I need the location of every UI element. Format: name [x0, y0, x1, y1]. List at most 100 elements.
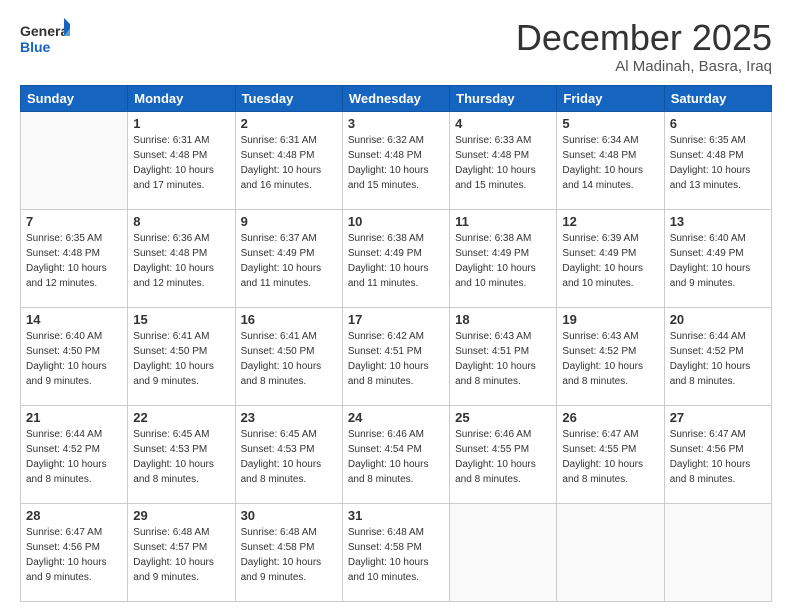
day-info: Sunrise: 6:45 AM Sunset: 4:53 PM Dayligh… — [241, 427, 337, 487]
title-block: December 2025 Al Madinah, Basra, Iraq — [516, 18, 772, 75]
day-info: Sunrise: 6:48 AM Sunset: 4:58 PM Dayligh… — [348, 525, 444, 585]
day-cell — [21, 111, 128, 209]
day-cell: 28Sunrise: 6:47 AM Sunset: 4:56 PM Dayli… — [21, 503, 128, 601]
day-number: 19 — [562, 312, 658, 327]
day-info: Sunrise: 6:38 AM Sunset: 4:49 PM Dayligh… — [455, 231, 551, 291]
day-cell: 13 Sunrise: 6:40 AM Sunset: 4:49 PM Dayli… — [664, 209, 771, 307]
day-number: 11 — [455, 214, 551, 229]
day-cell: 10 Sunrise: 6:38 AM Sunset: 4:49 PM Dayli… — [342, 209, 449, 307]
day-cell: 11 Sunrise: 6:38 AM Sunset: 4:49 PM Dayli… — [450, 209, 557, 307]
day-number: 13 — [670, 214, 766, 229]
day-number: 7 — [26, 214, 122, 229]
day-cell: 3 Sunrise: 6:32 AM Sunset: 4:48 PM Daylig… — [342, 111, 449, 209]
day-cell: 20Sunrise: 6:44 AM Sunset: 4:52 PM Dayli… — [664, 307, 771, 405]
month-title: December 2025 — [516, 18, 772, 58]
day-number: 16 — [241, 312, 337, 327]
day-number: 18 — [455, 312, 551, 327]
day-info: Sunrise: 6:33 AM Sunset: 4:48 PM Dayligh… — [455, 133, 551, 193]
week-row-1: 1 Sunrise: 6:31 AM Sunset: 4:48 PM Daylig… — [21, 111, 772, 209]
day-cell: 1 Sunrise: 6:31 AM Sunset: 4:48 PM Daylig… — [128, 111, 235, 209]
day-number: 17 — [348, 312, 444, 327]
col-header-saturday: Saturday — [664, 85, 771, 111]
day-info: Sunrise: 6:35 AM Sunset: 4:48 PM Dayligh… — [26, 231, 122, 291]
day-number: 29 — [133, 508, 229, 523]
day-cell: 9 Sunrise: 6:37 AM Sunset: 4:49 PM Daylig… — [235, 209, 342, 307]
day-number: 4 — [455, 116, 551, 131]
day-number: 21 — [26, 410, 122, 425]
day-cell: 4 Sunrise: 6:33 AM Sunset: 4:48 PM Daylig… — [450, 111, 557, 209]
day-cell: 29 Sunrise: 6:48 AM Sunset: 4:57 PM Dayli… — [128, 503, 235, 601]
header: General Blue December 2025 Al Madinah, B… — [20, 18, 772, 75]
day-number: 9 — [241, 214, 337, 229]
day-cell: 23Sunrise: 6:45 AM Sunset: 4:53 PM Dayli… — [235, 405, 342, 503]
day-cell: 12 Sunrise: 6:39 AM Sunset: 4:49 PM Dayli… — [557, 209, 664, 307]
day-cell: 26Sunrise: 6:47 AM Sunset: 4:55 PM Dayli… — [557, 405, 664, 503]
day-number: 5 — [562, 116, 658, 131]
day-cell — [664, 503, 771, 601]
day-info: Sunrise: 6:48 AM Sunset: 4:58 PM Dayligh… — [241, 525, 337, 585]
calendar-table: SundayMondayTuesdayWednesdayThursdayFrid… — [20, 85, 772, 602]
logo-svg: General Blue — [20, 18, 70, 60]
svg-text:Blue: Blue — [20, 39, 51, 55]
day-cell: 7 Sunrise: 6:35 AM Sunset: 4:48 PM Daylig… — [21, 209, 128, 307]
svg-text:General: General — [20, 23, 70, 39]
day-number: 12 — [562, 214, 658, 229]
week-row-2: 7 Sunrise: 6:35 AM Sunset: 4:48 PM Daylig… — [21, 209, 772, 307]
day-cell: 21 Sunrise: 6:44 AM Sunset: 4:52 PM Dayli… — [21, 405, 128, 503]
day-info: Sunrise: 6:42 AM Sunset: 4:51 PM Dayligh… — [348, 329, 444, 389]
day-info: Sunrise: 6:41 AM Sunset: 4:50 PM Dayligh… — [133, 329, 229, 389]
day-info: Sunrise: 6:39 AM Sunset: 4:49 PM Dayligh… — [562, 231, 658, 291]
day-info: Sunrise: 6:41 AM Sunset: 4:50 PM Dayligh… — [241, 329, 337, 389]
day-info: Sunrise: 6:38 AM Sunset: 4:49 PM Dayligh… — [348, 231, 444, 291]
day-number: 6 — [670, 116, 766, 131]
day-number: 27 — [670, 410, 766, 425]
day-info: Sunrise: 6:32 AM Sunset: 4:48 PM Dayligh… — [348, 133, 444, 193]
col-header-friday: Friday — [557, 85, 664, 111]
day-cell: 22 Sunrise: 6:45 AM Sunset: 4:53 PM Dayli… — [128, 405, 235, 503]
col-header-thursday: Thursday — [450, 85, 557, 111]
day-cell: 24 Sunrise: 6:46 AM Sunset: 4:54 PM Dayli… — [342, 405, 449, 503]
day-number: 1 — [133, 116, 229, 131]
day-number: 15 — [133, 312, 229, 327]
day-cell — [557, 503, 664, 601]
day-info: Sunrise: 6:46 AM Sunset: 4:55 PM Dayligh… — [455, 427, 551, 487]
day-info: Sunrise: 6:34 AM Sunset: 4:48 PM Dayligh… — [562, 133, 658, 193]
day-cell: 16 Sunrise: 6:41 AM Sunset: 4:50 PM Dayli… — [235, 307, 342, 405]
day-info: Sunrise: 6:43 AM Sunset: 4:52 PM Dayligh… — [562, 329, 658, 389]
day-number: 3 — [348, 116, 444, 131]
day-cell: 27 Sunrise: 6:47 AM Sunset: 4:56 PM Dayli… — [664, 405, 771, 503]
day-info: Sunrise: 6:47 AM Sunset: 4:56 PM Dayligh… — [670, 427, 766, 487]
day-info: Sunrise: 6:43 AM Sunset: 4:51 PM Dayligh… — [455, 329, 551, 389]
location-subtitle: Al Madinah, Basra, Iraq — [516, 58, 772, 75]
calendar-header-row: SundayMondayTuesdayWednesdayThursdayFrid… — [21, 85, 772, 111]
col-header-monday: Monday — [128, 85, 235, 111]
day-cell: 25Sunrise: 6:46 AM Sunset: 4:55 PM Dayli… — [450, 405, 557, 503]
day-cell: 19 Sunrise: 6:43 AM Sunset: 4:52 PM Dayli… — [557, 307, 664, 405]
day-info: Sunrise: 6:46 AM Sunset: 4:54 PM Dayligh… — [348, 427, 444, 487]
day-number: 31 — [348, 508, 444, 523]
day-cell: 8 Sunrise: 6:36 AM Sunset: 4:48 PM Daylig… — [128, 209, 235, 307]
page: General Blue December 2025 Al Madinah, B… — [0, 0, 792, 612]
day-info: Sunrise: 6:47 AM Sunset: 4:55 PM Dayligh… — [562, 427, 658, 487]
day-info: Sunrise: 6:36 AM Sunset: 4:48 PM Dayligh… — [133, 231, 229, 291]
day-cell: 17 Sunrise: 6:42 AM Sunset: 4:51 PM Dayli… — [342, 307, 449, 405]
day-number: 8 — [133, 214, 229, 229]
day-info: Sunrise: 6:37 AM Sunset: 4:49 PM Dayligh… — [241, 231, 337, 291]
day-number: 10 — [348, 214, 444, 229]
day-info: Sunrise: 6:44 AM Sunset: 4:52 PM Dayligh… — [670, 329, 766, 389]
day-info: Sunrise: 6:40 AM Sunset: 4:49 PM Dayligh… — [670, 231, 766, 291]
day-number: 14 — [26, 312, 122, 327]
week-row-4: 21 Sunrise: 6:44 AM Sunset: 4:52 PM Dayli… — [21, 405, 772, 503]
day-info: Sunrise: 6:48 AM Sunset: 4:57 PM Dayligh… — [133, 525, 229, 585]
day-info: Sunrise: 6:45 AM Sunset: 4:53 PM Dayligh… — [133, 427, 229, 487]
day-cell: 5 Sunrise: 6:34 AM Sunset: 4:48 PM Daylig… — [557, 111, 664, 209]
day-number: 24 — [348, 410, 444, 425]
day-info: Sunrise: 6:44 AM Sunset: 4:52 PM Dayligh… — [26, 427, 122, 487]
day-number: 28 — [26, 508, 122, 523]
day-number: 22 — [133, 410, 229, 425]
day-info: Sunrise: 6:31 AM Sunset: 4:48 PM Dayligh… — [133, 133, 229, 193]
day-cell: 2Sunrise: 6:31 AM Sunset: 4:48 PM Daylig… — [235, 111, 342, 209]
day-info: Sunrise: 6:35 AM Sunset: 4:48 PM Dayligh… — [670, 133, 766, 193]
logo: General Blue — [20, 18, 70, 60]
week-row-3: 14Sunrise: 6:40 AM Sunset: 4:50 PM Dayli… — [21, 307, 772, 405]
